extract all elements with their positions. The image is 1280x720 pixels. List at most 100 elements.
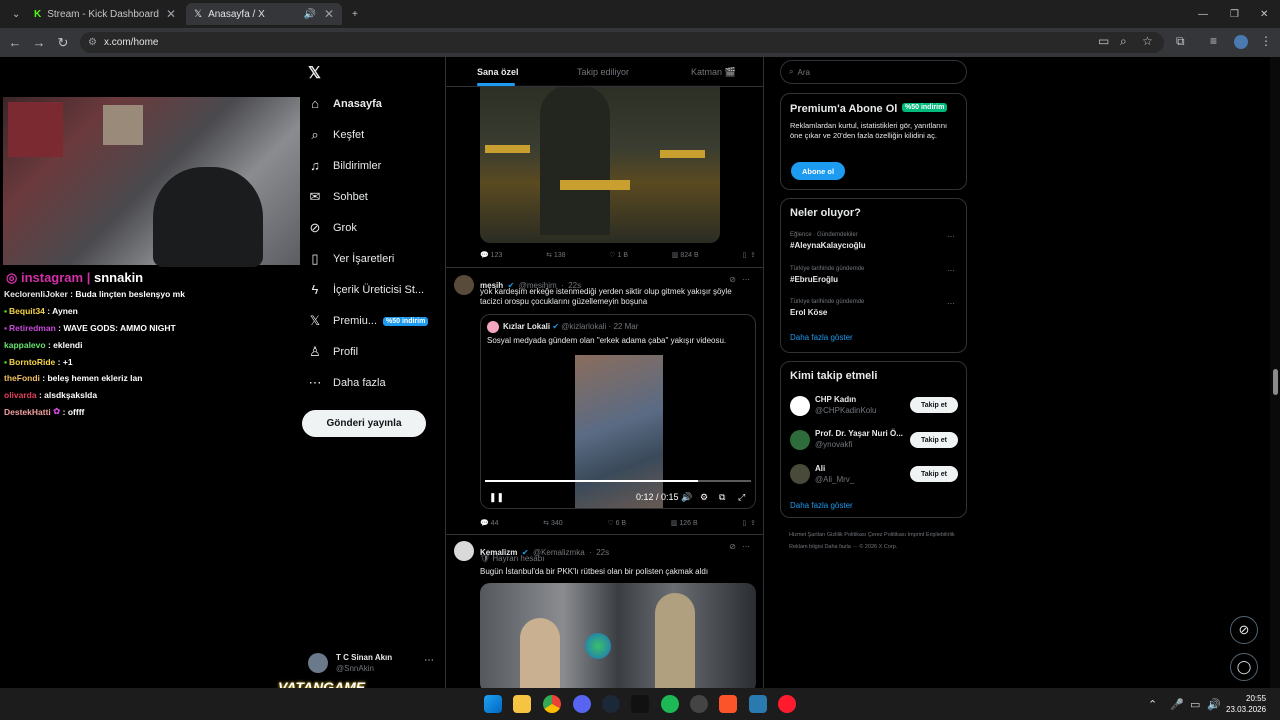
grok-icon[interactable]: ⊘: [729, 542, 736, 551]
system-clock[interactable]: 20:55 23.03.2026: [1226, 693, 1266, 715]
page-scrollbar[interactable]: [1270, 57, 1280, 688]
star-icon[interactable]: ☆: [1142, 34, 1153, 48]
pip-icon[interactable]: ⧉: [719, 492, 725, 503]
share-icon[interactable]: ⇪: [750, 252, 756, 259]
nav-home[interactable]: ⌂ Anasayfa: [307, 96, 382, 111]
nav-more[interactable]: ⋯ Daha fazla: [307, 375, 386, 391]
follow-name[interactable]: Ali: [815, 464, 825, 473]
terminal-icon[interactable]: [631, 695, 649, 713]
start-icon[interactable]: [484, 695, 502, 713]
nav-explore[interactable]: ⌕ Keşfet: [307, 127, 364, 143]
tab-kick-dashboard[interactable]: K Stream - Kick Dashboard ✕: [26, 3, 184, 25]
nav-profile[interactable]: ♙ Profil: [307, 344, 358, 360]
more-icon[interactable]: ⋯: [742, 542, 750, 551]
microphone-icon[interactable]: 🎤: [1170, 698, 1184, 711]
more-icon[interactable]: ⋯: [947, 299, 955, 308]
video-player[interactable]: ❚❚ 0:12 / 0:15 🔊 ⚙ ⧉ ⤢: [481, 355, 755, 508]
messages-float-button[interactable]: ◯: [1230, 653, 1258, 681]
nav-messages[interactable]: ✉ Sohbet: [307, 189, 368, 205]
quoted-tweet[interactable]: Kızlar Lokali ✔ @kizlarlokali · 22 Mar S…: [480, 314, 756, 509]
views-button[interactable]: ▥ 824 B: [672, 251, 699, 259]
back-icon[interactable]: ←: [3, 35, 27, 50]
fullscreen-icon[interactable]: ⤢: [738, 492, 745, 503]
reply-button[interactable]: 💬 44: [480, 519, 498, 527]
file-explorer-icon[interactable]: [513, 695, 531, 713]
settings-icon[interactable]: ⚙: [700, 492, 708, 503]
speaker-icon[interactable]: 🔊: [303, 9, 315, 20]
address-bar[interactable]: ⚙ x.com/home: [80, 32, 1164, 53]
close-window-button[interactable]: ✕: [1252, 3, 1276, 25]
bookmark-icon[interactable]: ▯: [742, 252, 746, 259]
trend-item[interactable]: Erol Köse: [790, 308, 827, 317]
search-input[interactable]: ⌕ Ara: [780, 60, 967, 84]
volume-icon[interactable]: 🔊: [681, 492, 692, 503]
grok-icon[interactable]: ⊘: [729, 275, 736, 284]
profile-avatar[interactable]: [1234, 35, 1248, 49]
maximize-button[interactable]: ❐: [1222, 3, 1247, 25]
close-tab-icon[interactable]: ✕: [166, 7, 176, 21]
like-button[interactable]: ♡ 1 B: [609, 251, 628, 259]
video-progress[interactable]: [485, 480, 751, 482]
reading-list-icon[interactable]: ≡: [1210, 34, 1217, 48]
show-more-link[interactable]: Daha fazla göster: [790, 333, 853, 342]
new-tab-button[interactable]: +: [344, 3, 364, 25]
discord-icon[interactable]: [573, 695, 591, 713]
site-info-icon[interactable]: ⚙: [88, 37, 97, 48]
trend-item[interactable]: #AleynaKalaycıoğlu: [790, 241, 866, 250]
zoom-icon[interactable]: ⌕: [1120, 34, 1127, 49]
follow-button[interactable]: Takip et: [910, 397, 958, 413]
reply-button[interactable]: 💬 123: [480, 251, 502, 259]
tweet-image[interactable]: [480, 583, 756, 688]
tab-x-home[interactable]: 𝕏 Anasayfa / X 🔊 ✕: [186, 3, 342, 25]
subscribe-button[interactable]: Abone ol: [791, 162, 845, 180]
chevron-up-icon[interactable]: ⌃: [1148, 698, 1157, 711]
bookmark-icon[interactable]: ▯: [742, 520, 746, 527]
follow-button[interactable]: Takip et: [910, 466, 958, 482]
tweet-time[interactable]: 22s: [596, 548, 609, 557]
cast-icon[interactable]: ▭: [1098, 34, 1109, 48]
show-more-link[interactable]: Daha fazla göster: [790, 501, 853, 510]
more-icon[interactable]: ⋯: [742, 275, 750, 284]
tweet-image[interactable]: [480, 85, 720, 243]
more-icon[interactable]: ⋯: [947, 266, 955, 275]
nav-premium[interactable]: 𝕏 Premiu... %50 indirim: [307, 313, 429, 329]
post-button[interactable]: Gönderi yayınla: [302, 410, 426, 437]
brave-icon[interactable]: [719, 695, 737, 713]
avatar[interactable]: [454, 541, 474, 561]
tab-following[interactable]: Takip ediliyor: [577, 67, 629, 77]
x-home-logo[interactable]: 𝕏: [308, 63, 321, 83]
menu-icon[interactable]: ⋮: [1260, 34, 1272, 48]
tab-for-you[interactable]: Sana özel: [477, 67, 519, 77]
chrome-icon[interactable]: [543, 695, 561, 713]
avatar[interactable]: [454, 275, 474, 295]
reload-icon[interactable]: ↻: [51, 35, 75, 51]
scrollbar-thumb[interactable]: [1273, 369, 1278, 395]
spotify-icon[interactable]: [661, 695, 679, 713]
pause-icon[interactable]: ❚❚: [489, 492, 504, 503]
volume-icon[interactable]: 🔊: [1207, 698, 1221, 711]
grok-float-button[interactable]: ⊘: [1230, 616, 1258, 644]
retweet-button[interactable]: ⇆ 340: [543, 519, 563, 527]
views-button[interactable]: ▥ 126 B: [671, 519, 698, 527]
nav-bookmarks[interactable]: ▯ Yer İşaretleri: [307, 251, 394, 267]
follow-name[interactable]: Prof. Dr. Yaşar Nuri Ö...: [815, 429, 903, 438]
trend-item[interactable]: #EbruEroğlu: [790, 275, 838, 284]
forward-icon[interactable]: →: [27, 35, 51, 50]
retweet-button[interactable]: ⇆ 138: [546, 251, 566, 259]
extensions-icon[interactable]: ⧉: [1176, 34, 1185, 49]
tab-katman[interactable]: Katman 🎬: [691, 67, 736, 78]
tab-list-button[interactable]: ⌄: [4, 3, 22, 25]
nav-creator-studio[interactable]: ϟ İçerik Üreticisi St...: [307, 282, 425, 297]
network-icon[interactable]: ▭: [1190, 698, 1200, 711]
app-icon[interactable]: [749, 695, 767, 713]
opera-icon[interactable]: [778, 695, 796, 713]
nav-grok[interactable]: ⊘ Grok: [307, 220, 357, 236]
follow-button[interactable]: Takip et: [910, 432, 958, 448]
nav-notifications[interactable]: ♫ Bildirimler: [307, 158, 381, 173]
more-icon[interactable]: ⋯: [947, 232, 955, 241]
app-icon[interactable]: [690, 695, 708, 713]
minimize-button[interactable]: —: [1190, 3, 1216, 25]
account-switcher[interactable]: T C Sinan Akın @SnnAkin ⋯: [308, 651, 438, 675]
follow-name[interactable]: CHP Kadın: [815, 395, 856, 404]
footer-links[interactable]: Hizmet Şartları Gizlilik Politikası Çere…: [789, 529, 969, 553]
